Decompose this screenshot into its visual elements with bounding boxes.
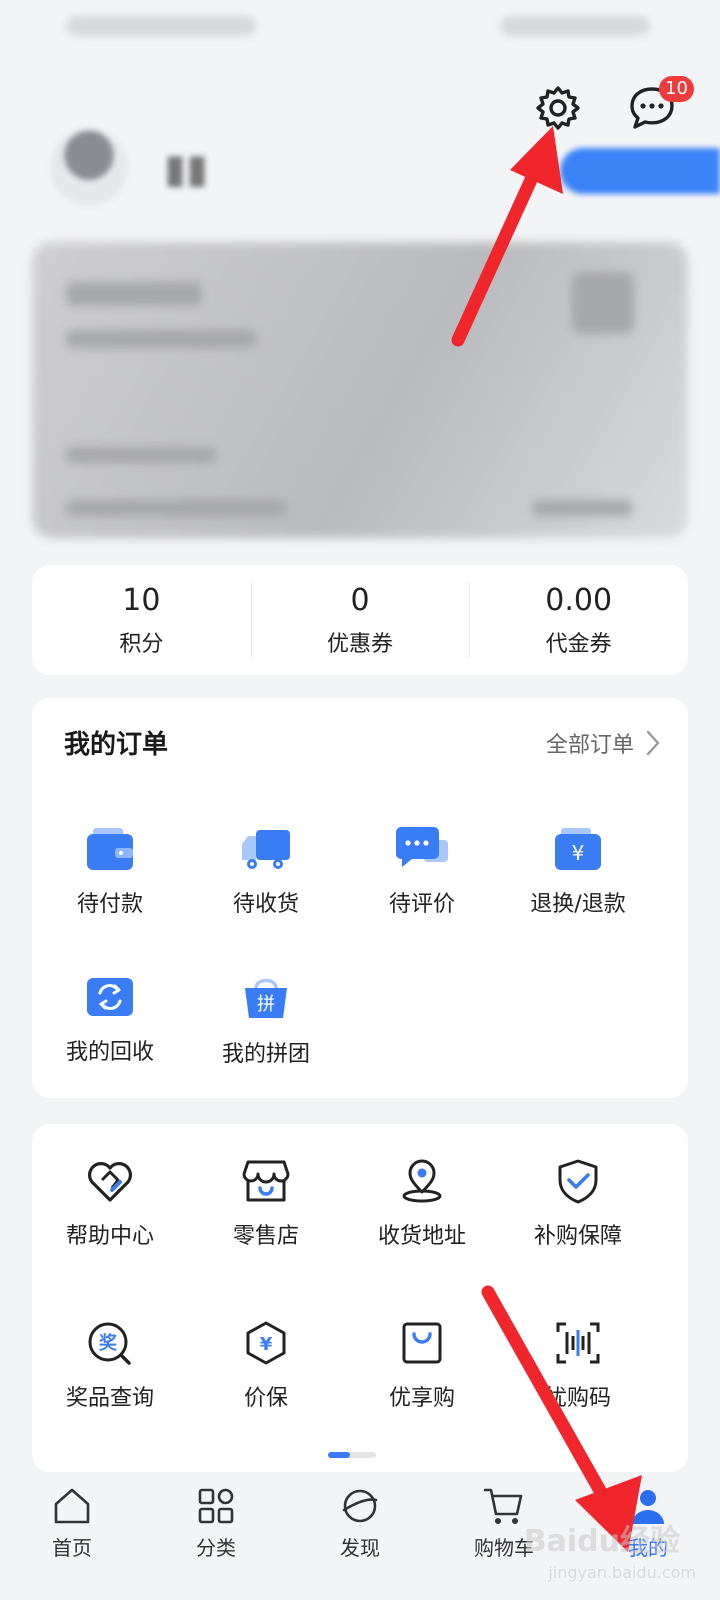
stat-coupons[interactable]: 0 优惠券 bbox=[250, 565, 470, 675]
heart-handshake-icon bbox=[88, 1162, 132, 1202]
svg-text:¥: ¥ bbox=[572, 841, 585, 865]
gear-icon bbox=[536, 86, 580, 130]
services-card: 帮助中心 零售店 收货地址 补购保障 奖 奖品查询 ¥ 价保 优享购 忧购码 bbox=[32, 1124, 688, 1472]
prize-search-icon: 奖 bbox=[88, 1322, 131, 1365]
tab-label: 购物车 bbox=[474, 1536, 534, 1560]
stat-label: 代金券 bbox=[545, 631, 612, 657]
discover-icon bbox=[342, 1489, 378, 1523]
order-returns-refunds[interactable]: ¥ 退换/退款 bbox=[500, 826, 656, 918]
bottom-tab-bar: 首页 分类 发现 购物车 我的 bbox=[0, 1478, 720, 1600]
service-label: 帮助中心 bbox=[65, 1224, 154, 1249]
order-label: 待付款 bbox=[76, 892, 143, 917]
order-label: 我的回收 bbox=[65, 1040, 154, 1065]
location-pin-icon bbox=[402, 1159, 442, 1203]
service-prize-query[interactable]: 奖 奖品查询 bbox=[32, 1320, 188, 1412]
tab-cart[interactable]: 购物车 bbox=[432, 1478, 576, 1600]
orders-row-2: 我的回收 拼 我的拼团 bbox=[32, 974, 688, 1068]
status-bar bbox=[0, 0, 720, 56]
stat-vouchers[interactable]: 0.00 代金券 bbox=[469, 565, 688, 675]
tab-label: 首页 bbox=[52, 1536, 92, 1560]
wallet-icon bbox=[87, 828, 133, 870]
service-help-center[interactable]: 帮助中心 bbox=[32, 1158, 188, 1250]
orders-row-1: 待付款 待收货 待评价 ¥ 退换/退款 bbox=[32, 826, 688, 918]
stat-label: 优惠券 bbox=[327, 631, 394, 657]
service-label: 价保 bbox=[243, 1386, 288, 1411]
group-buy-icon: 拼 bbox=[245, 978, 287, 1018]
tab-label: 发现 bbox=[340, 1536, 380, 1560]
comment-icon bbox=[396, 827, 448, 867]
orders-header: 我的订单 全部订单 bbox=[64, 724, 660, 761]
orders-title: 我的订单 bbox=[64, 730, 169, 760]
stat-value: 10 bbox=[122, 582, 161, 618]
shopping-bag-icon bbox=[402, 1322, 442, 1364]
service-label: 奖品查询 bbox=[65, 1386, 154, 1411]
stat-value: 0.00 bbox=[545, 582, 613, 618]
account-stats: 10 积分 0 优惠券 0.00 代金券 bbox=[32, 565, 688, 675]
cart-icon bbox=[483, 1488, 523, 1524]
service-label: 补购保障 bbox=[533, 1224, 622, 1249]
stat-value: 0 bbox=[350, 582, 370, 618]
order-pending-receipt[interactable]: 待收货 bbox=[188, 826, 344, 918]
order-my-recycle[interactable]: 我的回收 bbox=[32, 974, 188, 1068]
profile-section[interactable]: ▮▮ bbox=[44, 128, 720, 218]
svg-text:拼: 拼 bbox=[257, 994, 275, 1015]
recycle-icon bbox=[87, 978, 133, 1016]
service-retail-store[interactable]: 零售店 bbox=[188, 1158, 344, 1250]
order-label: 待评价 bbox=[388, 892, 455, 917]
barcode-icon bbox=[556, 1322, 600, 1364]
member-card[interactable] bbox=[32, 242, 688, 538]
service-purchase-protection[interactable]: 补购保障 bbox=[500, 1158, 656, 1250]
category-icon bbox=[198, 1488, 234, 1524]
page-indicator bbox=[328, 1452, 376, 1458]
service-purchase-code[interactable]: 忧购码 bbox=[500, 1320, 656, 1412]
svg-text:奖: 奖 bbox=[99, 1332, 118, 1354]
order-pending-review[interactable]: 待评价 bbox=[344, 826, 500, 918]
truck-icon bbox=[242, 830, 290, 869]
service-label: 优享购 bbox=[388, 1386, 455, 1411]
tab-category[interactable]: 分类 bbox=[144, 1478, 288, 1600]
all-orders-link[interactable]: 全部订单 bbox=[546, 727, 660, 759]
home-icon bbox=[54, 1488, 90, 1524]
store-icon bbox=[242, 1160, 290, 1202]
order-label: 退换/退款 bbox=[530, 892, 626, 917]
price-protect-icon: ¥ bbox=[246, 1321, 286, 1365]
profile-icon bbox=[632, 1490, 664, 1524]
service-shipping-address[interactable]: 收货地址 bbox=[344, 1158, 500, 1250]
order-label: 我的拼团 bbox=[221, 1042, 310, 1067]
order-my-group-buy[interactable]: 拼 我的拼团 bbox=[188, 974, 344, 1068]
stat-points[interactable]: 10 积分 bbox=[32, 565, 251, 675]
tab-profile[interactable]: 我的 bbox=[576, 1478, 720, 1600]
chevron-right-icon bbox=[646, 730, 660, 755]
services-row-2: 奖 奖品查询 ¥ 价保 优享购 忧购码 bbox=[32, 1320, 688, 1412]
profile-action-pill[interactable] bbox=[560, 148, 720, 194]
tab-home[interactable]: 首页 bbox=[0, 1478, 144, 1600]
page-indicator-active bbox=[328, 1452, 350, 1458]
service-label: 收货地址 bbox=[377, 1224, 466, 1249]
svg-text:¥: ¥ bbox=[260, 1334, 273, 1355]
service-price-protection[interactable]: ¥ 价保 bbox=[188, 1320, 344, 1412]
shield-check-icon bbox=[558, 1159, 598, 1204]
refund-icon: ¥ bbox=[555, 828, 601, 870]
services-row-1: 帮助中心 零售店 收货地址 补购保障 bbox=[32, 1158, 688, 1250]
stat-label: 积分 bbox=[119, 631, 164, 657]
service-label: 零售店 bbox=[232, 1224, 299, 1249]
orders-card: 我的订单 全部订单 待付款 待收货 待评价 ¥ 退换/退款 我的回收 拼 我的拼… bbox=[32, 698, 688, 1098]
tab-label: 分类 bbox=[196, 1536, 236, 1560]
avatar[interactable] bbox=[50, 128, 128, 206]
tab-discover[interactable]: 发现 bbox=[288, 1478, 432, 1600]
all-orders-label: 全部订单 bbox=[545, 732, 634, 758]
order-pending-payment[interactable]: 待付款 bbox=[32, 826, 188, 918]
service-label: 忧购码 bbox=[544, 1386, 611, 1411]
order-label: 待收货 bbox=[232, 892, 299, 917]
username-redacted: ▮▮ bbox=[164, 146, 209, 192]
service-premium-shopping[interactable]: 优享购 bbox=[344, 1320, 500, 1412]
message-count-badge: 10 bbox=[659, 76, 694, 102]
tab-label: 我的 bbox=[628, 1536, 668, 1560]
